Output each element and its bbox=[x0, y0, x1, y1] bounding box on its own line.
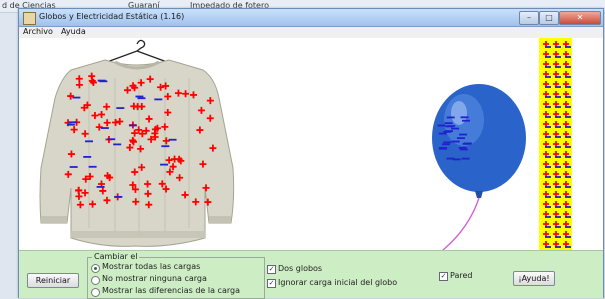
balloon[interactable] bbox=[432, 84, 526, 250]
hanger-icon bbox=[106, 39, 168, 63]
radio-show-charge-differences[interactable] bbox=[91, 288, 100, 297]
simulation-drawing bbox=[39, 39, 526, 250]
app-icon bbox=[23, 12, 36, 25]
menu-bar: Archivo Ayuda bbox=[19, 27, 603, 38]
simulation-canvas[interactable] bbox=[19, 38, 603, 250]
charge-display-group-title: Cambiar el bbox=[92, 252, 140, 261]
ignore-initial-charge-label[interactable]: Ignorar carga inicial del globo bbox=[278, 278, 397, 287]
radio-show-no-charges[interactable] bbox=[91, 276, 100, 285]
radio-show-all-charges-label[interactable]: Mostrar todas las cargas bbox=[102, 262, 200, 271]
reset-button[interactable]: Reiniciar bbox=[27, 273, 79, 288]
app-window: Globos y Electricidad Estática (1.16) – … bbox=[18, 8, 604, 299]
two-balloons-checkbox[interactable]: ✓ bbox=[267, 265, 276, 274]
radio-show-charge-differences-label[interactable]: Mostrar las diferencias de la carga bbox=[102, 286, 240, 295]
radio-show-all-charges[interactable] bbox=[91, 264, 100, 273]
ignore-initial-charge-checkbox[interactable]: ✓ bbox=[267, 279, 276, 288]
help-button[interactable]: ¡Ayuda! bbox=[513, 271, 555, 286]
minimize-button[interactable]: – bbox=[519, 11, 539, 25]
menu-archivo[interactable]: Archivo bbox=[23, 27, 53, 36]
wall-label[interactable]: Pared bbox=[450, 271, 472, 280]
menu-ayuda[interactable]: Ayuda bbox=[61, 27, 86, 36]
charge-display-group: Cambiar el Mostrar todas las cargas No m… bbox=[87, 252, 265, 299]
title-bar[interactable]: Globos y Electricidad Estática (1.16) – … bbox=[19, 9, 603, 27]
control-panel: Reiniciar Cambiar el Mostrar todas las c… bbox=[19, 250, 603, 299]
close-button[interactable]: ✕ bbox=[559, 11, 601, 25]
radio-show-no-charges-label[interactable]: No mostrar ninguna carga bbox=[102, 274, 207, 283]
window-title: Globos y Electricidad Estática (1.16) bbox=[39, 12, 185, 21]
wall[interactable] bbox=[539, 38, 572, 250]
wall-checkbox[interactable]: ✓ bbox=[439, 272, 448, 281]
two-balloons-label[interactable]: Dos globos bbox=[278, 264, 322, 273]
maximize-button[interactable]: □ bbox=[539, 11, 559, 25]
